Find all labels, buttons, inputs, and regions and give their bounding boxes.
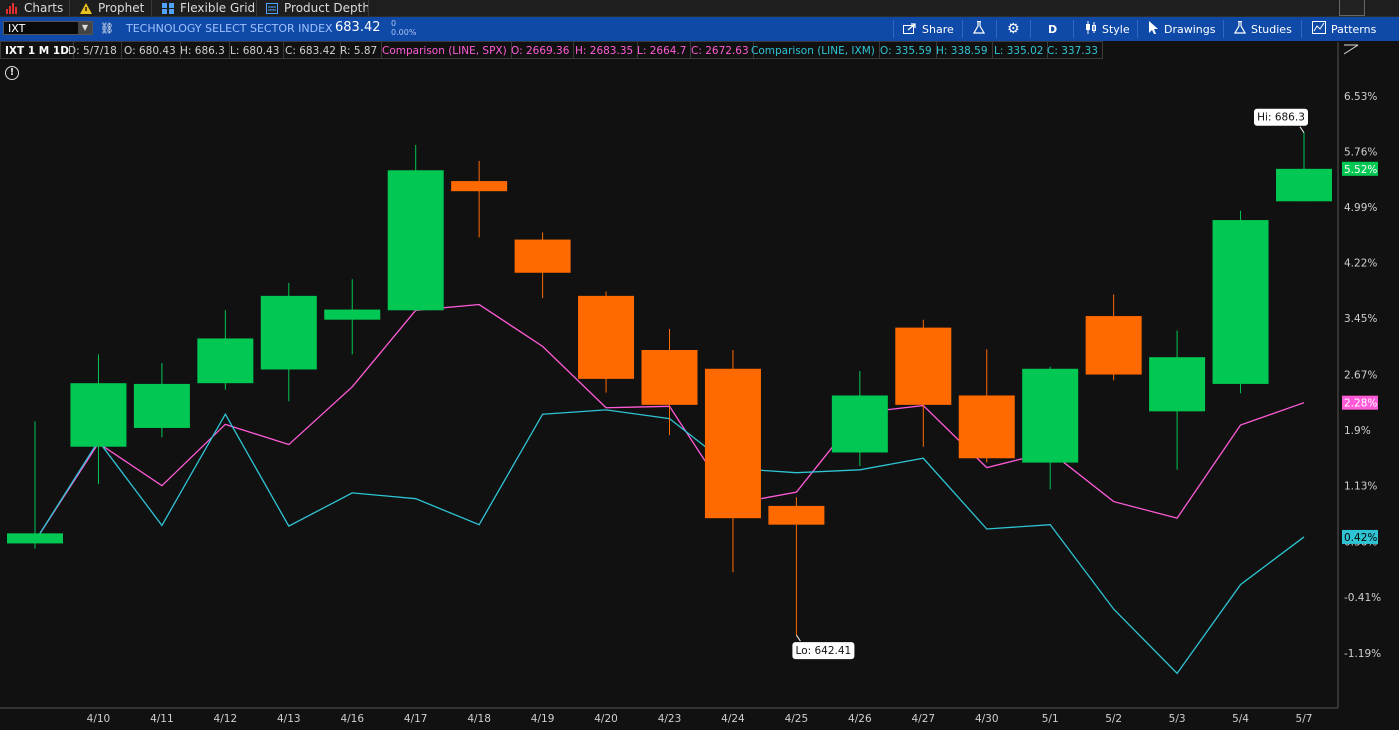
- x-tick-label: 4/24: [721, 713, 745, 725]
- y-tick-label: 4.99%: [1344, 202, 1377, 214]
- candle-body: [1022, 368, 1079, 463]
- x-tick-label: 4/19: [531, 713, 555, 725]
- candle: [514, 232, 571, 299]
- price-chart[interactable]: 6.53% 5.76% 4.99% 4.22% 3.45% 2.67% 1.9% 1.13% 0…: [0, 0, 1399, 730]
- x-tick-label: 4/11: [150, 713, 174, 725]
- candle: [7, 421, 63, 549]
- candle-body: [831, 395, 888, 453]
- candle-body: [1149, 357, 1206, 412]
- x-tick-label: 4/30: [975, 713, 999, 725]
- y-tick-label: 5.76%: [1344, 147, 1377, 159]
- candle: [387, 145, 444, 311]
- lo-pointer: [795, 634, 801, 642]
- candle: [1085, 294, 1142, 381]
- candle: [1149, 330, 1206, 470]
- candle-body: [578, 295, 635, 379]
- x-tick-label: 5/7: [1296, 713, 1313, 725]
- lo-label: Lo: 642.41: [796, 645, 852, 657]
- candle-body: [1276, 168, 1332, 202]
- hi-label: Hi: 686.3: [1257, 112, 1305, 124]
- candle-body: [197, 338, 254, 384]
- candle: [197, 310, 254, 390]
- x-tick-label: 5/2: [1105, 713, 1122, 725]
- candle: [831, 370, 888, 467]
- candle: [641, 329, 698, 436]
- y-tick-label: 6.53%: [1344, 91, 1377, 103]
- candle: [133, 362, 190, 438]
- y-tick-label: 2.67%: [1344, 370, 1377, 382]
- candle-body: [324, 309, 381, 320]
- y-tick-label: 4.22%: [1344, 258, 1377, 270]
- candle: [1212, 210, 1269, 394]
- x-tick-label: 4/26: [848, 713, 872, 725]
- y-tick-label: 3.45%: [1344, 313, 1377, 325]
- candle-body: [451, 181, 508, 192]
- x-tick-label: 4/13: [277, 713, 301, 725]
- candle: [958, 349, 1015, 463]
- candle: [1022, 366, 1079, 490]
- hi-pointer: [1299, 126, 1305, 134]
- candle-body: [641, 349, 698, 405]
- y-tick-label: -1.19%: [1344, 648, 1381, 660]
- x-tick-label: 4/10: [87, 713, 111, 725]
- candle-body: [260, 295, 317, 370]
- candle-body: [768, 505, 825, 525]
- candle-body: [958, 395, 1015, 459]
- candle: [70, 354, 127, 485]
- x-tick-label: 4/12: [214, 713, 238, 725]
- candle: [895, 319, 952, 447]
- candle-body: [1085, 316, 1142, 375]
- y-tick-label: -0.41%: [1344, 592, 1381, 604]
- candle: [1276, 132, 1332, 202]
- candle-body: [895, 327, 952, 405]
- candle: [704, 349, 761, 573]
- x-tick-label: 4/18: [467, 713, 491, 725]
- y-tick-label: 1.13%: [1344, 481, 1377, 493]
- candle-body: [704, 368, 761, 519]
- candle: [451, 160, 508, 238]
- y-tick-label: 1.9%: [1344, 425, 1371, 437]
- ixm-last-tag: 0.42%: [1344, 532, 1377, 544]
- candle-body: [133, 383, 190, 428]
- candle: [768, 497, 825, 636]
- ixm-comparison-line: [34, 409, 1305, 675]
- candle: [578, 291, 635, 393]
- candle-body: [1212, 220, 1269, 384]
- x-tick-label: 5/4: [1232, 713, 1249, 725]
- x-tick-label: 4/17: [404, 713, 428, 725]
- spx-last-tag: 2.28%: [1344, 398, 1377, 410]
- candle: [324, 279, 381, 355]
- candle-body: [387, 170, 444, 311]
- last-price-tag: 5.52%: [1344, 164, 1377, 176]
- candle: [260, 282, 317, 402]
- x-tick-label: 4/20: [594, 713, 618, 725]
- candle-body: [514, 239, 571, 273]
- candle-body: [70, 383, 127, 447]
- x-tick-label: 4/25: [785, 713, 809, 725]
- x-tick-label: 5/3: [1169, 713, 1186, 725]
- candle-body: [7, 533, 63, 544]
- x-tick-label: 4/23: [658, 713, 682, 725]
- x-tick-label: 5/1: [1042, 713, 1059, 725]
- x-tick-label: 4/16: [340, 713, 364, 725]
- x-tick-label: 4/27: [912, 713, 936, 725]
